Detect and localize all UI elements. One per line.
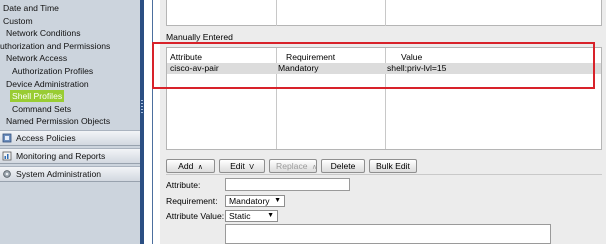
table-row[interactable]: cisco-av-pair Mandatory shell:priv-lvl=1…	[167, 63, 601, 74]
nav-section-monitoring-reports[interactable]: Monitoring and Reports	[0, 148, 140, 164]
manual-attributes-table: Attribute Requirement Value cisco-av-pai…	[166, 47, 602, 150]
nav-tree-item[interactable]: Network Access	[6, 52, 67, 64]
navigation-tree: Date and Time Custom Network Conditions uth…	[0, 0, 140, 128]
add-button[interactable]: Add ∧	[166, 159, 215, 173]
nav-tree-item[interactable]: Date and Time	[3, 2, 59, 14]
nav-tree-item[interactable]: uthorization and Permissions	[0, 40, 110, 52]
splitter-grip[interactable]	[141, 100, 143, 114]
nav-section-label: Access Policies	[16, 133, 76, 143]
system-administration-icon	[2, 169, 12, 179]
requirement-selected-value: Mandatory	[229, 196, 270, 206]
attribute-value-label: Attribute Value:	[166, 211, 225, 221]
attribute-input[interactable]	[225, 178, 350, 191]
nav-tree-item[interactable]: Command Sets	[12, 103, 71, 115]
attribute-value-type-selected: Static	[229, 211, 251, 221]
column-header-value[interactable]: Value	[401, 52, 422, 62]
dropdown-arrow-icon: ▼	[274, 197, 281, 204]
add-button-label: Add	[178, 161, 194, 171]
cell-requirement: Mandatory	[278, 63, 319, 73]
column-header-requirement[interactable]: Requirement	[286, 52, 335, 62]
bulk-edit-button[interactable]: Bulk Edit	[369, 159, 417, 173]
nav-empty-area	[0, 183, 140, 244]
attribute-value-input[interactable]	[225, 224, 551, 244]
nav-tree-item[interactable]: Authorization Profiles	[12, 65, 93, 77]
table-header: Attribute Requirement Value	[167, 52, 601, 62]
content-border	[152, 0, 153, 244]
main-content: Manually Entered Attribute Requirement V…	[160, 0, 606, 244]
requirement-select[interactable]: Mandatory ▼	[225, 195, 285, 207]
nav-tree-item[interactable]: Device Administration	[6, 78, 89, 90]
nav-tree-item[interactable]: Custom	[3, 15, 33, 27]
attribute-value-type-select[interactable]: Static ▼	[225, 210, 278, 222]
caret-down-icon: V	[249, 164, 254, 171]
cell-value: shell:priv-lvl=15	[387, 63, 447, 73]
table-toolbar: Add ∧ Edit V Replace ∧ Delete Bulk Edit	[166, 159, 417, 173]
edit-button-label: Edit	[230, 161, 245, 171]
section-title: Manually Entered	[166, 32, 233, 42]
caret-up-icon: ∧	[311, 164, 318, 171]
nav-section-access-policies[interactable]: Access Policies	[0, 130, 140, 146]
monitoring-reports-icon	[2, 151, 12, 161]
table-column-divider	[385, 0, 386, 26]
requirement-label: Requirement:	[166, 196, 218, 206]
navigation-pane: Date and Time Custom Network Conditions uth…	[0, 0, 140, 244]
replace-button[interactable]: Replace ∧	[269, 159, 317, 173]
nav-section-system-administration[interactable]: System Administration	[0, 166, 140, 182]
delete-button[interactable]: Delete	[321, 159, 365, 173]
caret-up-icon: ∧	[197, 164, 203, 171]
nav-tree-item[interactable]: Shell Profiles	[10, 90, 65, 103]
table-column-divider	[276, 0, 277, 26]
upper-attribute-table	[166, 0, 602, 26]
nav-tree-item[interactable]: Network Conditions	[6, 27, 81, 39]
edit-button[interactable]: Edit V	[219, 159, 265, 173]
column-header-attribute[interactable]: Attribute	[170, 52, 202, 62]
nav-section-label: System Administration	[16, 169, 102, 179]
dropdown-arrow-icon: ▼	[267, 212, 274, 219]
nav-tree-item[interactable]: Named Permission Objects	[6, 115, 110, 127]
nav-section-label: Monitoring and Reports	[16, 151, 106, 161]
access-policies-icon	[2, 133, 12, 143]
cell-attribute: cisco-av-pair	[170, 63, 219, 73]
toolbar-divider	[166, 174, 602, 175]
replace-button-label: Replace	[276, 161, 308, 171]
attribute-label: Attribute:	[166, 180, 201, 190]
